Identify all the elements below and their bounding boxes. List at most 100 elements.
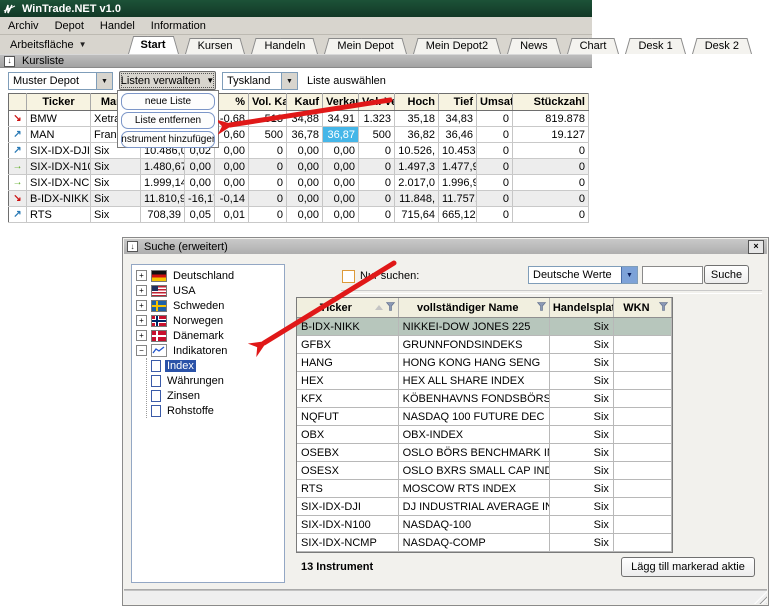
flag-se-icon	[151, 300, 167, 312]
chevron-down-icon[interactable]: ▼	[621, 267, 637, 283]
quotes-toolbar: Muster Depot ▼ Listen verwalten ▼ Tyskla…	[0, 68, 592, 93]
dialog-titlebar[interactable]: ↓ Suche (erweitert) ×	[124, 239, 767, 254]
result-row[interactable]: OBXOBX-INDEXSix	[297, 426, 672, 444]
quote-row[interactable]: →SIX-IDX-NCMPSix1.999,140,000,0000,000,0…	[9, 175, 589, 191]
result-row[interactable]: OSESXOSLO BXRS SMALL CAP INDEX_GISix	[297, 462, 672, 480]
country-combobox[interactable]: Tyskland ▼	[222, 72, 298, 90]
result-row[interactable]: HANGHONG KONG HANG SENGSix	[297, 354, 672, 372]
expand-icon[interactable]: +	[136, 270, 147, 281]
menu-item-depot[interactable]: Depot	[47, 19, 92, 33]
quotes-col-header[interactable]	[9, 94, 27, 111]
resize-grip-icon[interactable]	[754, 591, 767, 604]
result-row[interactable]: NQFUTNASDAQ 100 FUTURE DECSix	[297, 408, 672, 426]
close-icon[interactable]: ×	[748, 240, 764, 254]
filter-funnel-icon[interactable]	[386, 302, 395, 314]
result-row[interactable]: HEXHEX ALL SHARE INDEXSix	[297, 372, 672, 390]
quotes-col-header[interactable]: Tief	[439, 94, 477, 111]
tab-desk-1[interactable]: Desk 1	[625, 38, 685, 54]
panel-icon[interactable]: ↓	[4, 56, 15, 67]
expand-icon[interactable]: +	[136, 285, 147, 296]
result-row[interactable]: OSEBXOSLO BÖRS BENCHMARK INDEX_GISix	[297, 444, 672, 462]
result-row[interactable]: KFXKÖBENHAVNS FONDSBÖRS INDEXSix	[297, 390, 672, 408]
quote-row[interactable]: ↗MANFrankfur0,6050036,7836,8750036,8236,…	[9, 127, 589, 143]
tree-item-schweden[interactable]: +Schweden	[132, 298, 284, 313]
result-row[interactable]: B-IDX-NIKKNIKKEI-DOW JONES 225Six	[297, 318, 672, 336]
expand-icon[interactable]: +	[136, 315, 147, 326]
tab-handeln[interactable]: Handeln	[251, 38, 318, 54]
quote-row[interactable]: ↘B-IDX-NIKKSix11.810,990-16,17-0,1400,00…	[9, 191, 589, 207]
expand-icon[interactable]: +	[136, 330, 147, 341]
tree-item-zinsen[interactable]: Zinsen	[147, 388, 284, 403]
tree-item-deutschland[interactable]: +Deutschland	[132, 268, 284, 283]
menu-item-archiv[interactable]: Archiv	[0, 19, 47, 33]
quotes-col-header[interactable]: Vol. Kauf	[249, 94, 287, 111]
tab-kursen[interactable]: Kursen	[185, 38, 246, 54]
result-row[interactable]: SIX-IDX-DJIDJ INDUSTRIAL AVERAGE INDEXSi…	[297, 498, 672, 516]
quotes-col-header[interactable]: Stückzahl	[513, 94, 589, 111]
result-row[interactable]: RTSMOSCOW RTS INDEXSix	[297, 480, 672, 498]
expand-icon[interactable]: +	[136, 300, 147, 311]
tabstrip: Arbeitsfläche ▼ Start Kursen Handeln Mein D…	[0, 35, 592, 55]
add-selected-button[interactable]: Lägg till markerad aktie	[621, 557, 755, 577]
workspace-button[interactable]: Arbeitsfläche ▼	[6, 37, 91, 52]
result-cell: Six	[549, 426, 613, 444]
tree-item-indikatoren[interactable]: − Indikatoren	[132, 343, 284, 358]
menu-item-handel[interactable]: Handel	[92, 19, 143, 33]
quote-cell-hoch: 1.497,3	[395, 159, 439, 175]
quote-row[interactable]: ↘BMWXetra-0,6851334,8834,911.32335,1834,…	[9, 111, 589, 127]
menu-item-neue-liste[interactable]: neue Liste	[121, 93, 215, 110]
menu-item-instrument-hinzufügen[interactable]: Instrument hinzufügen	[121, 131, 215, 148]
results-col-header-wkn[interactable]: WKN	[613, 298, 671, 318]
tree-item-label: Währungen	[165, 375, 226, 387]
quote-row[interactable]: ↗SIX-IDX-DJISix10.486,0190,020,0000,000,…	[9, 143, 589, 159]
filter-funnel-icon[interactable]	[537, 302, 546, 314]
tree-item-rohstoffe[interactable]: Rohstoffe	[147, 403, 284, 418]
tab-mein-depot2[interactable]: Mein Depot2	[413, 38, 501, 54]
tab-mein-depot[interactable]: Mein Depot	[324, 38, 406, 54]
tab-start[interactable]: Start	[128, 36, 179, 54]
tree-item-dänemark[interactable]: +Dänemark	[132, 328, 284, 343]
result-row[interactable]: SIX-IDX-N100NASDAQ-100Six	[297, 516, 672, 534]
quotes-table: TickerMarkt%Vol. KaufKaufVerkaufVol. Ver…	[8, 93, 588, 223]
quotes-col-header[interactable]: Kauf	[287, 94, 323, 111]
filter-funnel-icon[interactable]	[659, 302, 668, 314]
quote-cell-umsatz: 0	[477, 127, 513, 143]
quote-cell-stueck: 0	[513, 175, 589, 191]
collapse-icon[interactable]: −	[136, 345, 147, 356]
quotes-col-header[interactable]: Umsatz	[477, 94, 513, 111]
results-col-header-ticker[interactable]: Ticker	[297, 298, 398, 318]
quotes-col-header[interactable]: Ticker	[27, 94, 91, 111]
tab-desk-2[interactable]: Desk 2	[692, 38, 752, 54]
menu-item-liste-entfernen[interactable]: Liste entfernen	[121, 112, 215, 129]
tree-item-index[interactable]: Index	[147, 358, 284, 373]
tab-chart[interactable]: Chart	[567, 38, 620, 54]
tab-label: Desk 2	[705, 40, 739, 52]
depot-combobox[interactable]: Muster Depot ▼	[8, 72, 113, 90]
results-col-header-handelsplat[interactable]: Handelsplat	[549, 298, 613, 318]
search-button[interactable]: Suche	[704, 265, 749, 284]
quotes-col-header[interactable]: %	[215, 94, 249, 111]
nur-suchen-checkbox[interactable]	[342, 270, 355, 283]
quote-row[interactable]: ↗RTSSix708,390,050,0100,000,000715,64665…	[9, 207, 589, 223]
search-input[interactable]	[642, 266, 703, 284]
result-row[interactable]: GFBXGRUNNFONDSINDEKSSix	[297, 336, 672, 354]
result-row[interactable]: SIX-IDX-NCMPNASDAQ-COMPSix	[297, 534, 672, 552]
filter-combobox[interactable]: Deutsche Werte ▼	[528, 266, 638, 284]
tree-item-usa[interactable]: +USA	[132, 283, 284, 298]
tree-item-norwegen[interactable]: +Norwegen	[132, 313, 284, 328]
quotes-col-header[interactable]: Verkauf	[323, 94, 359, 111]
tree-item-label: Indikatoren	[171, 345, 229, 357]
tab-news[interactable]: News	[507, 38, 561, 54]
flag-de-icon	[151, 270, 167, 282]
chevron-down-icon[interactable]: ▼	[281, 73, 297, 89]
quotes-col-header[interactable]: Hoch	[395, 94, 439, 111]
tab-label: Chart	[580, 40, 607, 52]
results-col-header-vollständiger-name[interactable]: vollständiger Name	[398, 298, 549, 318]
menu-item-information[interactable]: Information	[143, 19, 214, 33]
chevron-down-icon[interactable]: ▼	[96, 73, 112, 89]
quote-row[interactable]: →SIX-IDX-N100Six1.480,670,000,0000,000,0…	[9, 159, 589, 175]
manage-lists-button[interactable]: Listen verwalten ▼	[119, 71, 216, 90]
tree-item-währungen[interactable]: Währungen	[147, 373, 284, 388]
result-cell	[613, 516, 671, 534]
quotes-col-header[interactable]: Vol. Ver	[359, 94, 395, 111]
